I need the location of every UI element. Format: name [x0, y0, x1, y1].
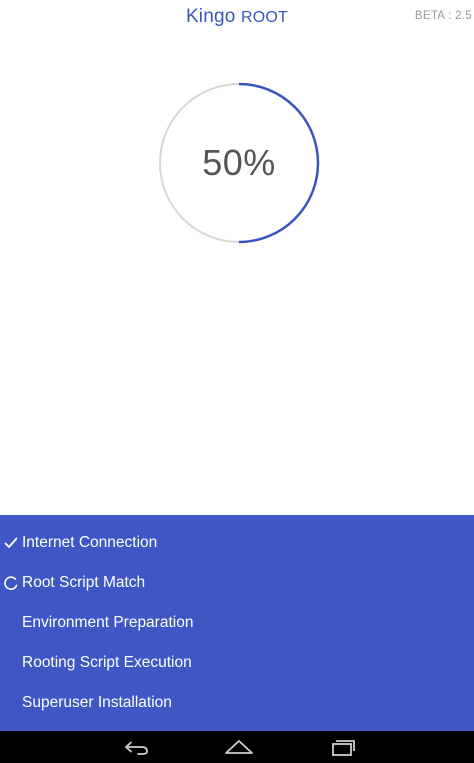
progress-percentage: 50% — [202, 142, 276, 183]
step-label: Superuser Installation — [22, 694, 172, 711]
app-title-main: Kingo — [185, 6, 242, 27]
kingo-root-screen: Kingo ROOT BETA : 2.5 50% Internet Conne… — [0, 0, 474, 763]
step-rooting-script-execution: Rooting Script Execution — [0, 643, 474, 683]
spinner-icon — [4, 576, 18, 590]
step-label: Rooting Script Execution — [22, 654, 192, 671]
step-label: Root Script Match — [22, 574, 146, 591]
app-title-accent: ROOT — [241, 9, 289, 26]
home-icon[interactable] — [219, 735, 259, 759]
root-steps-panel: Internet Connection Root Script Match En… — [0, 515, 474, 731]
version-label: BETA : 2.5 — [414, 10, 472, 22]
app-title: Kingo ROOT — [0, 6, 474, 28]
back-icon[interactable] — [116, 735, 156, 759]
check-icon — [4, 537, 18, 548]
progress-ring: 50% — [158, 82, 320, 244]
step-label: Environment Preparation — [22, 614, 194, 631]
step-root-script-match: Root Script Match — [0, 563, 474, 603]
step-label: Internet Connection — [22, 534, 158, 551]
step-superuser-installation: Superuser Installation — [0, 683, 474, 723]
step-internet-connection: Internet Connection — [0, 523, 474, 563]
system-navigation-bar — [0, 731, 474, 763]
step-environment-preparation: Environment Preparation — [0, 603, 474, 643]
app-header: Kingo ROOT BETA : 2.5 — [0, 0, 474, 36]
recents-icon[interactable] — [322, 735, 362, 759]
